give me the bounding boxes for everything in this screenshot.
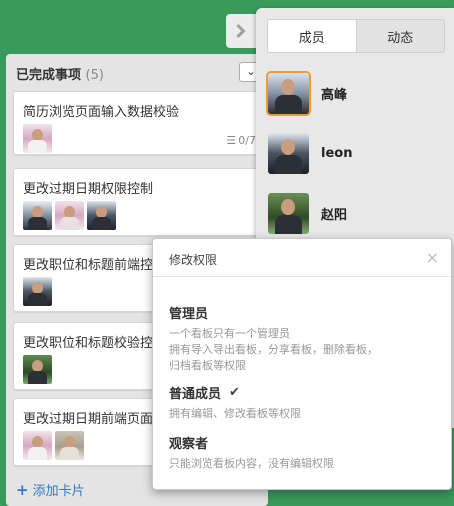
role-description: 拥有编辑、修改看板等权限 <box>169 407 301 420</box>
avatar[interactable] <box>55 201 84 230</box>
role-description: 只能浏览看板内容，没有编辑权限 <box>169 457 334 470</box>
card[interactable]: 更改过期日期权限控制 <box>13 168 265 236</box>
avatar[interactable] <box>23 124 52 153</box>
role-name: 观察者 <box>169 437 209 452</box>
card-title: 简历浏览页面输入数据校验 <box>23 105 180 120</box>
card-members <box>23 277 52 306</box>
avatar <box>268 132 309 174</box>
card-members <box>23 124 52 153</box>
panel-tabs: 成员 动态 <box>267 19 445 53</box>
role-admin[interactable]: 管理员 一个看板只有一个管理员 拥有导入导出看板，分享看板，删除看板， 归档看板… <box>169 303 445 374</box>
checklist-count: 0/7 <box>238 134 256 147</box>
checklist-badge: ☰ 0/7 <box>226 134 256 147</box>
member-item[interactable]: 赵阳 <box>268 192 448 234</box>
list-title: 已完成事项 (5) <box>16 68 104 83</box>
role-name-row: 普通成员 ✔ <box>169 383 445 402</box>
panel-collapse-button[interactable] <box>226 14 258 48</box>
permissions-popup: 修改权限 × 管理员 一个看板只有一个管理员 拥有导入导出看板，分享看板，删除看… <box>152 238 452 490</box>
role-observer[interactable]: 观察者 只能浏览看板内容，没有编辑权限 <box>169 433 445 472</box>
member-name: leon <box>321 145 353 161</box>
member-item[interactable]: 高峰 <box>268 72 448 114</box>
member-name: 高峰 <box>321 87 348 103</box>
add-card-label: 添加卡片 <box>32 484 85 499</box>
card[interactable]: 简历浏览页面输入数据校验 ☰ 0/7 <box>13 91 265 155</box>
role-name: 普通成员 <box>169 387 222 402</box>
card-title: 更改过期日期权限控制 <box>23 182 154 197</box>
tab-activity[interactable]: 动态 <box>356 20 444 52</box>
close-icon[interactable]: × <box>426 248 439 267</box>
card-members <box>23 355 52 384</box>
role-member[interactable]: 普通成员 ✔ 拥有编辑、修改看板等权限 <box>169 383 445 422</box>
popup-header: 修改权限 × <box>153 239 451 277</box>
avatar[interactable] <box>87 201 116 230</box>
avatar[interactable] <box>55 431 84 460</box>
avatar[interactable] <box>23 431 52 460</box>
card-members <box>23 431 84 460</box>
chevron-down-icon: ⌄ <box>246 65 256 78</box>
avatar <box>268 72 309 114</box>
plus-icon: + <box>16 480 29 499</box>
role-description: 一个看板只有一个管理员 拥有导入导出看板，分享看板，删除看板， 归档看板等权限 <box>169 327 378 372</box>
checklist-icon: ☰ <box>226 134 237 147</box>
avatar[interactable] <box>23 277 52 306</box>
avatar <box>268 192 309 234</box>
member-name: 赵阳 <box>321 207 348 223</box>
list-count: (5) <box>85 68 104 83</box>
add-card-button[interactable]: + 添加卡片 <box>16 480 85 500</box>
popup-title: 修改权限 <box>169 253 218 267</box>
avatar[interactable] <box>23 201 52 230</box>
card-members <box>23 201 116 230</box>
tab-members[interactable]: 成员 <box>268 20 357 52</box>
avatar[interactable] <box>23 355 52 384</box>
chevron-right-icon <box>236 24 246 38</box>
member-item[interactable]: leon <box>268 132 448 174</box>
check-icon: ✔ <box>229 385 240 400</box>
role-name: 管理员 <box>169 307 209 322</box>
